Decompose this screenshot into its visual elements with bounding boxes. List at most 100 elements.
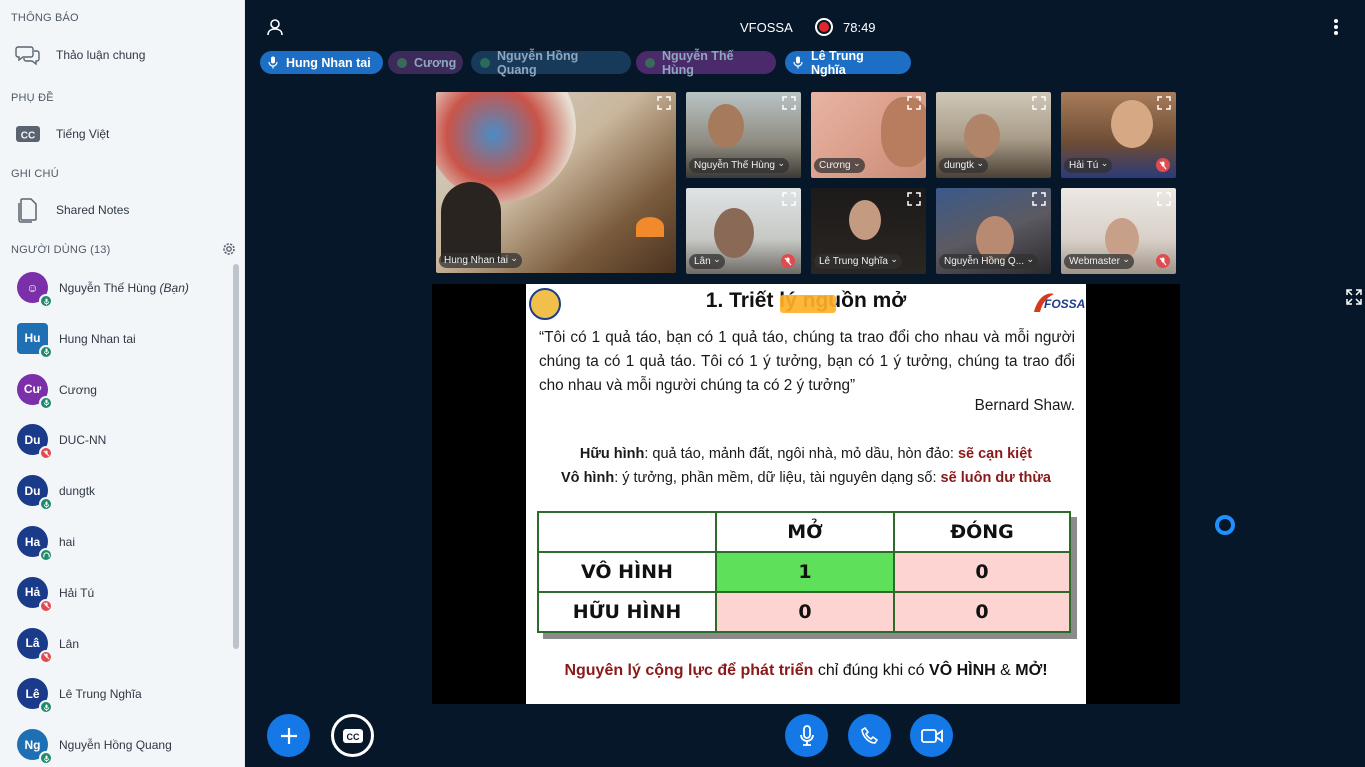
user-list-item[interactable]: Ha hai <box>0 518 232 568</box>
talking-indicator[interactable]: Lê Trung Nghĩa <box>785 49 911 77</box>
user-avatar: Hu <box>17 322 53 359</box>
user-list-item[interactable]: ☺ Nguyễn Thế Hùng (Bạn) <box>0 264 232 314</box>
settings-gear-icon[interactable] <box>221 241 237 257</box>
user-name-text: Lân <box>59 636 80 651</box>
fossa-logo: FOSSA <box>1030 290 1086 316</box>
user-list-item[interactable]: Hu Hung Nhan tai <box>0 315 232 365</box>
public-chat-item[interactable]: Thảo luận chung <box>0 40 244 70</box>
tile-name-label[interactable]: Hải Tú <box>1064 156 1113 173</box>
tangible-line: Hữu hình: quả táo, mảnh đất, ngôi nhà, m… <box>526 446 1086 462</box>
table-header-closed: ĐÓNG <box>893 511 1071 553</box>
video-tile[interactable]: Lân <box>686 188 801 274</box>
user-list-item[interactable]: Lâ Lân <box>0 620 232 670</box>
fullscreen-icon[interactable] <box>907 96 921 110</box>
table-header-open: MỞ <box>715 511 895 553</box>
status-dot-icon <box>480 58 490 68</box>
tile-name-label[interactable]: Lân <box>689 252 725 269</box>
intangible-label: Vô hình <box>561 470 615 486</box>
tile-name-label[interactable]: Nguyễn Hồng Q... <box>939 252 1039 269</box>
user-avatar: Ng <box>17 729 53 766</box>
captions-language: Tiếng Việt <box>56 127 110 141</box>
microphone-icon <box>793 56 803 69</box>
video-feed <box>714 208 754 258</box>
video-feed-lamp <box>636 217 664 237</box>
listen-only-icon <box>39 548 53 562</box>
talker-name: Cương <box>414 55 457 70</box>
user-list-item[interactable]: Lê Lê Trung Nghĩa <box>0 670 232 720</box>
fullscreen-icon[interactable] <box>1157 96 1171 110</box>
muted-mic-icon <box>1156 254 1170 268</box>
video-tile[interactable]: Lê Trung Nghĩa <box>811 188 926 274</box>
video-tile[interactable]: Hung Nhan tai <box>436 92 676 273</box>
slide-conclusion: Nguyên lý cộng lực để phát triển chỉ đún… <box>526 662 1086 680</box>
video-tile[interactable]: Cương <box>811 92 926 178</box>
shared-notes-label: Shared Notes <box>56 203 130 217</box>
tile-name-label[interactable]: Nguyễn Thế Hùng <box>689 156 789 173</box>
captions-item[interactable]: CC Tiếng Việt <box>0 119 244 149</box>
table-row: HỮU HÌNH 0 0 <box>537 591 1071 633</box>
table-cell: 0 <box>893 551 1071 593</box>
table-cell: 0 <box>715 591 895 633</box>
talking-indicator[interactable]: Nguyễn Thế Hùng <box>636 49 776 77</box>
presentation-fullscreen-icon[interactable] <box>1346 289 1362 305</box>
user-list-item[interactable]: Du DUC-NN <box>0 416 232 466</box>
closed-captions-button[interactable]: CC <box>331 714 374 757</box>
avatar-initials: Du <box>24 483 41 498</box>
table-row-header: HỮU HÌNH <box>537 591 717 633</box>
video-tile[interactable]: dungtk <box>936 92 1051 178</box>
screen-share-toolbar[interactable] <box>780 295 836 313</box>
recording-indicator[interactable] <box>815 18 833 36</box>
fullscreen-icon[interactable] <box>657 96 671 110</box>
user-list-item[interactable]: Hả Hải Tú <box>0 569 232 619</box>
microphone-icon <box>39 700 53 715</box>
conclusion-amp: & <box>995 662 1016 679</box>
closed-captions-icon: CC <box>342 728 363 743</box>
video-tile[interactable]: Hải Tú <box>1061 92 1176 178</box>
fullscreen-icon[interactable] <box>782 96 796 110</box>
tile-name-label[interactable]: Webmaster <box>1064 252 1134 269</box>
video-tile[interactable]: Nguyễn Thế Hùng <box>686 92 801 178</box>
user-list-scrollbar[interactable] <box>233 264 239 649</box>
avatar-initials: Hả <box>24 585 41 600</box>
tile-name-label[interactable]: dungtk <box>939 156 989 173</box>
fullscreen-icon[interactable] <box>1032 96 1046 110</box>
shared-notes-item[interactable]: Shared Notes <box>0 195 244 225</box>
user-avatar: Lâ <box>17 627 53 664</box>
captions-header: PHỤ ĐỀ <box>11 92 54 104</box>
user-list-item[interactable]: Ng Nguyễn Hồng Quang <box>0 721 232 767</box>
fullscreen-icon[interactable] <box>782 192 796 206</box>
user-list-toggle-icon[interactable] <box>266 18 284 36</box>
conclusion-open: MỞ! <box>1015 662 1048 679</box>
talking-indicator[interactable]: Cương <box>388 51 463 74</box>
fullscreen-icon[interactable] <box>1032 192 1046 206</box>
muted-mic-icon <box>39 598 53 613</box>
quote-author: Bernard Shaw. <box>974 397 1075 414</box>
user-avatar: Ha <box>17 526 53 562</box>
user-name: hai <box>59 535 75 549</box>
video-tile[interactable]: Nguyễn Hồng Q... <box>936 188 1051 274</box>
users-header: NGƯỜI DÙNG (13) <box>11 244 111 256</box>
video-tile[interactable]: Webmaster <box>1061 188 1176 274</box>
intangible-text: : ý tưởng, phần mềm, dữ liệu, tài nguyên… <box>614 470 941 486</box>
presentation-slide: 1. Triết lý nguồn mở FOSSA “Tôi có 1 quả… <box>526 284 1086 704</box>
fullscreen-icon[interactable] <box>1157 192 1171 206</box>
user-list-item[interactable]: Du dungtk <box>0 467 232 517</box>
muted-mic-icon <box>781 254 795 268</box>
tile-name-label[interactable]: Hung Nhan tai <box>439 251 522 268</box>
video-camera-button[interactable] <box>910 714 953 757</box>
options-kebab-icon[interactable] <box>1333 18 1339 36</box>
user-list-item[interactable]: Cư Cương <box>0 366 232 416</box>
user-name: Nguyễn Hồng Quang <box>59 738 172 752</box>
microphone-icon <box>39 294 53 308</box>
talking-indicator[interactable]: Hung Nhan tai <box>260 51 383 74</box>
actions-plus-button[interactable] <box>267 714 310 757</box>
fullscreen-icon[interactable] <box>907 192 921 206</box>
tile-name-label[interactable]: Cương <box>814 156 865 173</box>
microphone-button[interactable] <box>785 714 828 757</box>
talking-indicator[interactable]: Nguyễn Hồng Quang <box>471 49 631 77</box>
tangible-label: Hữu hình <box>579 446 645 462</box>
audio-phone-button[interactable] <box>848 714 891 757</box>
comparison-table: MỞ ĐÓNG VÔ HÌNH 1 0 HỮU HÌNH 0 0 <box>537 511 1071 633</box>
user-avatar: ☺ <box>17 272 53 308</box>
tile-name-label[interactable]: Lê Trung Nghĩa <box>814 252 902 269</box>
